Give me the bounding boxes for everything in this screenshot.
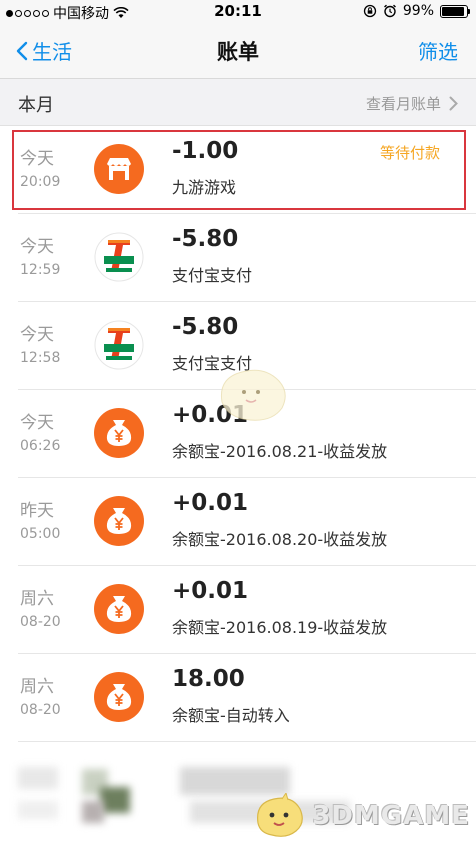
transaction-amount: -5.80 — [172, 226, 239, 252]
money-bag-icon — [94, 584, 144, 634]
seven-eleven-logo — [94, 232, 144, 282]
view-monthly-bill-link[interactable]: 查看月账单 — [366, 93, 458, 114]
mascot-logo-icon — [257, 793, 304, 837]
pending-payment-status: 等待付款 — [379, 144, 440, 162]
view-monthly-bill-label: 查看月账单 — [365, 95, 441, 113]
divider — [18, 741, 476, 742]
money-bag-icon — [94, 496, 144, 546]
money-bag-icon — [94, 408, 144, 458]
battery-percent: 99% — [402, 3, 434, 19]
rotation-lock-icon — [363, 4, 377, 18]
transaction-day: 今天 — [20, 413, 54, 433]
transaction-description: 九游游戏 — [172, 178, 237, 197]
status-right: 99% — [363, 3, 470, 19]
transaction-day: 今天 — [20, 325, 54, 345]
transaction-time: 05:00 — [20, 526, 61, 542]
transaction-description: 余额宝-自动转入 — [172, 706, 290, 725]
transaction-day: 昨天 — [20, 501, 54, 521]
transaction-day: 周六 — [20, 677, 54, 697]
transaction-amount: -5.80 — [172, 314, 239, 340]
chevron-right-icon — [449, 96, 458, 111]
status-bar: 中国移动 20:11 99% — [0, 0, 476, 24]
transaction-amount: +0.01 — [172, 578, 249, 604]
transaction-amount: -1.00 — [172, 138, 239, 164]
transaction-amount: 18.00 — [172, 666, 245, 692]
transaction-time: 08-20 — [20, 702, 61, 718]
shop-icon — [94, 144, 144, 194]
watermark-text: 3DMGAME — [312, 801, 470, 831]
transaction-day: 周六 — [20, 589, 54, 609]
transaction-description: 余额宝-2016.08.20-收益发放 — [172, 530, 388, 549]
month-section-header: 本月 查看月账单 — [0, 79, 476, 126]
mascot-watermark-icon — [220, 369, 286, 421]
transaction-time: 12:59 — [20, 262, 61, 278]
transaction-time: 06:26 — [20, 438, 61, 454]
transaction-row[interactable]: 周六 08-20 18.00 余额宝-自动转入 — [0, 654, 476, 742]
transaction-day: 今天 — [20, 237, 54, 257]
transaction-description: 余额宝-2016.08.19-收益发放 — [172, 618, 388, 637]
transaction-row[interactable]: 昨天 05:00 +0.01 余额宝-2016.08.20-收益发放 — [0, 478, 476, 566]
page-title: 账单 — [217, 40, 259, 64]
battery-icon — [440, 4, 470, 18]
transaction-description: 支付宝支付 — [172, 266, 253, 285]
transaction-description: 余额宝-2016.08.21-收益发放 — [172, 442, 388, 461]
watermark: 3DMGAME — [252, 793, 470, 839]
nav-bar: 生活 账单 筛选 — [0, 24, 476, 79]
transaction-row[interactable]: 今天 20:09 -1.00 九游游戏 等待付款 — [0, 126, 476, 214]
transaction-amount: +0.01 — [172, 490, 249, 516]
transaction-day: 今天 — [20, 149, 54, 169]
transaction-row[interactable]: 周六 08-20 +0.01 余额宝-2016.08.19-收益发放 — [0, 566, 476, 654]
transaction-time: 12:58 — [20, 350, 61, 366]
seven-eleven-logo — [94, 320, 144, 370]
alarm-icon — [383, 4, 396, 18]
transaction-time: 08-20 — [20, 614, 61, 630]
transaction-time: 20:09 — [20, 174, 61, 190]
money-bag-icon — [94, 672, 144, 722]
filter-button[interactable]: 筛选 — [418, 36, 458, 65]
transaction-row[interactable]: 今天 12:59 -5.80 支付宝支付 — [0, 214, 476, 302]
section-title: 本月 — [18, 95, 54, 116]
